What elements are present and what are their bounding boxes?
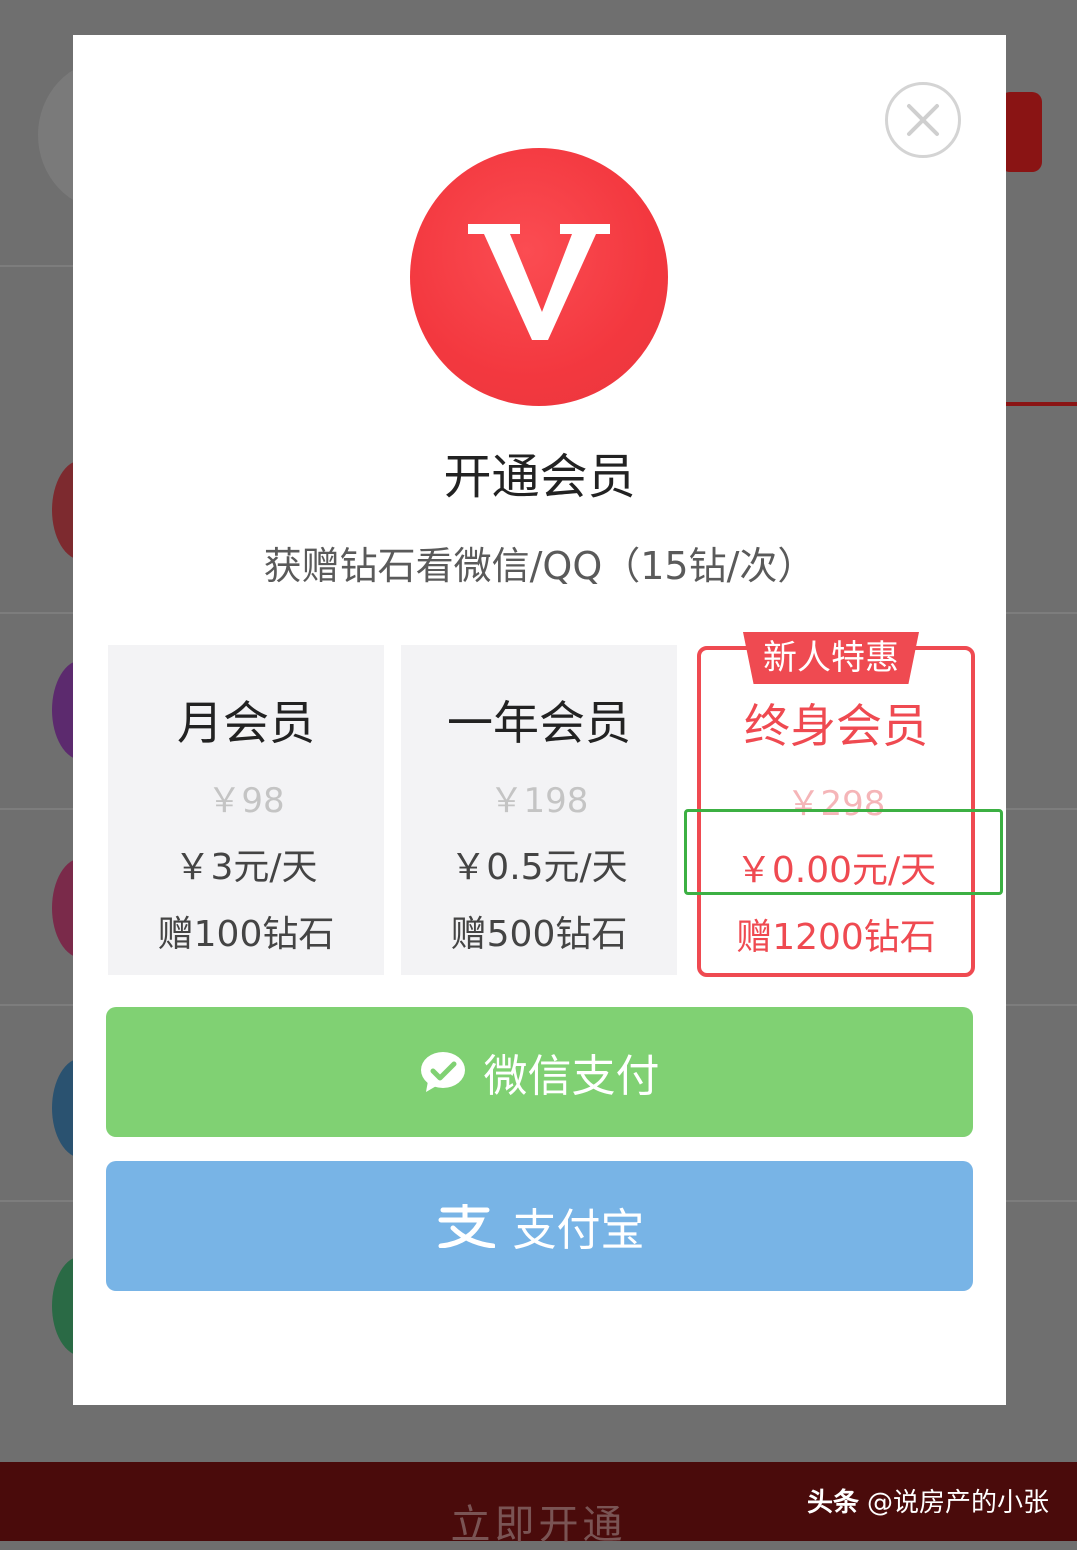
plan-daily-price: ￥0.5元/天 <box>450 847 628 888</box>
plan-name: 月会员 <box>177 696 315 750</box>
background-divider <box>0 808 73 810</box>
plan-card-yearly[interactable]: 一年会员 ￥198 ￥0.5元/天 赠500钻石 <box>401 645 677 975</box>
watermark-source: 头条 <box>806 1488 859 1518</box>
highlight-annotation-box <box>684 809 1003 895</box>
background-divider <box>0 1004 73 1006</box>
alipay-label: 支付宝 <box>512 1205 645 1256</box>
plan-gift: 赠500钻石 <box>450 914 628 955</box>
alipay-button[interactable]: 支付宝 <box>106 1161 973 1291</box>
close-button[interactable] <box>885 82 961 158</box>
plan-gift: 赠1200钻石 <box>736 917 936 958</box>
close-icon <box>907 104 939 136</box>
plan-original-price: ￥98 <box>207 781 285 821</box>
background-divider <box>1006 1200 1077 1202</box>
plan-name: 一年会员 <box>447 696 631 750</box>
background-divider <box>1006 1004 1077 1006</box>
watermark: 头条 @说房产的小张 <box>807 1482 1049 1519</box>
background-red-line <box>1006 402 1077 406</box>
plan-original-price: ￥198 <box>489 781 589 821</box>
wechat-pay-label: 微信支付 <box>483 1051 660 1102</box>
plan-daily-price: ￥3元/天 <box>174 847 318 888</box>
background-red-button <box>1000 92 1042 172</box>
new-user-badge: 新人特惠 <box>743 632 919 684</box>
plan-card-monthly[interactable]: 月会员 ￥98 ￥3元/天 赠100钻石 <box>108 645 384 975</box>
dialog-title: 开通会员 <box>443 449 636 505</box>
vip-v-icon <box>468 224 610 340</box>
alipay-icon <box>438 1204 495 1248</box>
watermark-handle: @说房产的小张 <box>866 1488 1049 1518</box>
plan-name: 终身会员 <box>744 699 928 753</box>
background-divider <box>0 612 73 614</box>
background-divider <box>1006 808 1077 810</box>
wechat-pay-button[interactable]: 微信支付 <box>106 1007 973 1137</box>
dialog-subtitle: 获赠钻石看微信/QQ（15钻/次） <box>263 544 816 588</box>
wechat-icon <box>420 1052 465 1092</box>
background-divider <box>0 1200 73 1202</box>
membership-dialog: 开通会员 获赠钻石看微信/QQ（15钻/次） 月会员 ￥98 ￥3元/天 赠10… <box>73 35 1006 1405</box>
plan-gift: 赠100钻石 <box>157 914 335 955</box>
background-divider <box>0 265 73 267</box>
vip-logo <box>410 148 668 406</box>
background-divider <box>1006 612 1077 614</box>
